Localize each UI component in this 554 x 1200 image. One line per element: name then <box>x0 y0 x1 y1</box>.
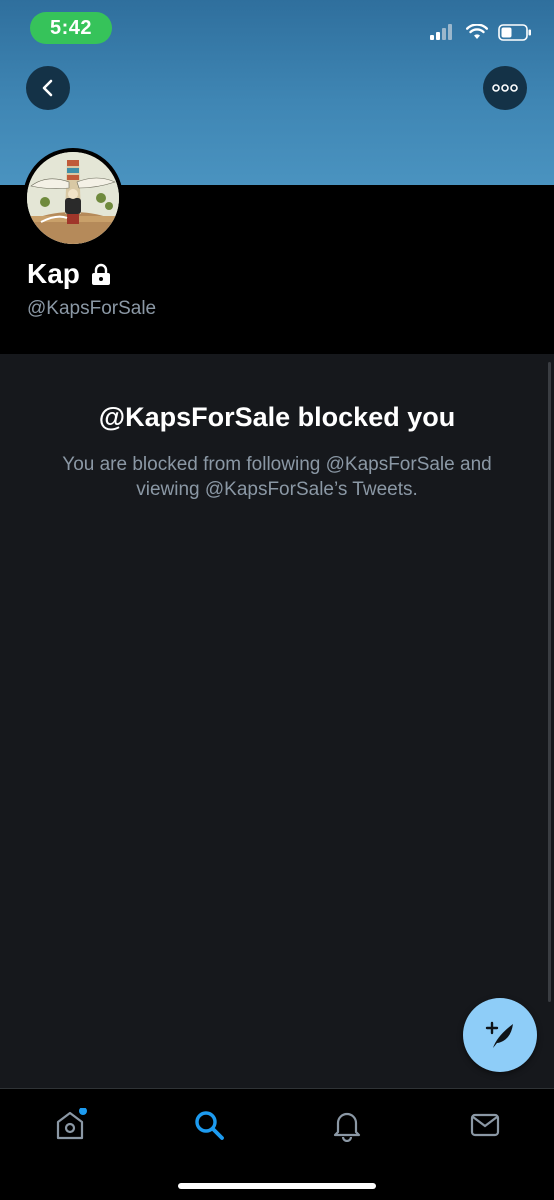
lock-icon <box>91 263 110 285</box>
compose-tweet-button[interactable] <box>463 998 537 1072</box>
profile-handle: @KapsForSale <box>27 298 157 319</box>
back-button[interactable] <box>26 66 70 110</box>
bell-icon <box>333 1112 361 1142</box>
blocked-description: You are blocked from following @KapsForS… <box>62 454 492 500</box>
cellular-signal-icon <box>430 24 452 40</box>
tab-home[interactable] <box>50 1105 90 1145</box>
home-icon <box>56 1108 87 1140</box>
avatar[interactable] <box>23 148 123 248</box>
chevron-left-icon <box>42 79 53 97</box>
tab-messages[interactable] <box>465 1105 505 1145</box>
compose-tweet-icon <box>485 1021 513 1048</box>
battery-icon <box>498 23 531 41</box>
more-options-button[interactable] <box>483 66 527 110</box>
scrollbar[interactable] <box>548 362 551 1002</box>
notification-dot <box>79 1108 87 1115</box>
wifi-icon <box>466 24 488 39</box>
search-icon <box>195 1111 224 1140</box>
profile-screen: 5:42 Kap @KapsForSale @KapsForSale block… <box>0 0 554 1200</box>
avatar-image <box>27 152 119 244</box>
status-time: 5:42 <box>30 12 112 44</box>
status-icons <box>430 20 532 44</box>
home-indicator[interactable] <box>178 1183 376 1189</box>
tab-search[interactable] <box>189 1105 229 1145</box>
blocked-panel: @KapsForSale blocked you You are blocked… <box>0 354 554 1088</box>
tab-notifications[interactable] <box>327 1105 367 1145</box>
more-horizontal-icon <box>492 84 518 92</box>
blocked-title: @KapsForSale blocked you <box>98 402 456 432</box>
mail-icon <box>470 1113 500 1137</box>
display-name-row: Kap <box>27 258 112 290</box>
display-name: Kap <box>27 258 80 289</box>
